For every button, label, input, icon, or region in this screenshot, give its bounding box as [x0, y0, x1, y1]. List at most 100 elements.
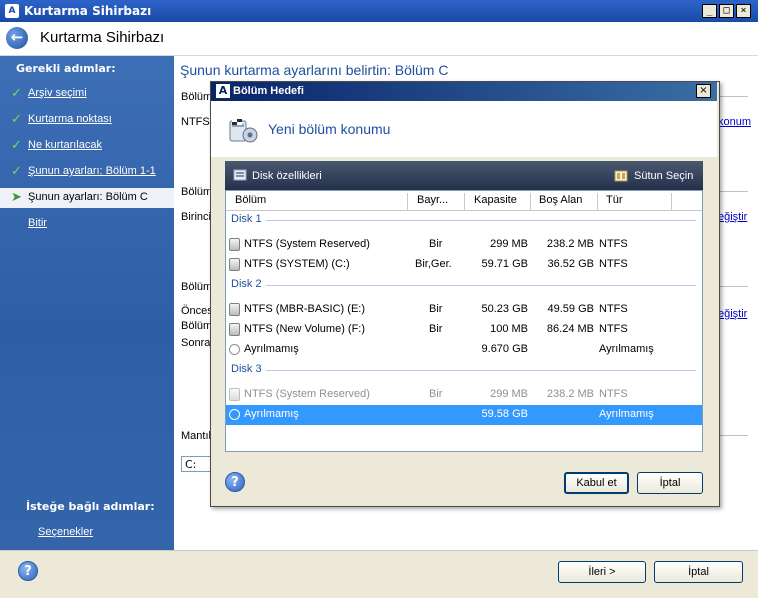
table-row[interactable]: NTFS (New Volume) (F:) Bir 100 MB 86.24 …: [226, 320, 702, 340]
row-capacity: 50.23 GB: [481, 303, 528, 315]
row-partition: NTFS (New Volume) (F:): [244, 323, 366, 335]
row-type: Ayrılmamış: [599, 343, 654, 355]
row-capacity: 9.670 GB: [481, 343, 528, 355]
options-link[interactable]: Seçenekler: [38, 526, 93, 538]
next-button[interactable]: İleri >: [558, 561, 646, 583]
row-flags: Bir: [429, 388, 443, 400]
sidebar-item-label[interactable]: Ne kurtarılacak: [28, 139, 102, 151]
help-icon[interactable]: ?: [18, 561, 38, 581]
content-label: Bölüm: [181, 281, 213, 293]
sidebar-item-archive-selection[interactable]: ✓ Arşiv seçimi: [0, 84, 174, 104]
maximize-button[interactable]: □: [719, 4, 734, 18]
row-free-space: 49.59 GB: [547, 303, 594, 315]
sidebar-item-recovery-point[interactable]: ✓ Kurtarma noktası: [0, 110, 174, 130]
unallocated-icon: [229, 409, 240, 420]
divider: [718, 96, 748, 97]
column-separator[interactable]: [464, 193, 465, 210]
change-link[interactable]: eğiştir: [718, 211, 747, 223]
column-header-free-space[interactable]: Boş Alan: [539, 194, 582, 206]
column-separator[interactable]: [530, 193, 531, 210]
row-capacity: 299 MB: [490, 388, 528, 400]
column-header-partition[interactable]: Bölüm: [235, 194, 266, 206]
group-header-disk-1: Disk 1: [231, 213, 262, 225]
window-title: Kurtarma Sihirbazı: [24, 4, 152, 18]
column-header-flags[interactable]: Bayr...: [417, 194, 448, 206]
close-button[interactable]: ×: [736, 4, 751, 18]
cancel-button[interactable]: İptal: [654, 561, 743, 583]
table-row[interactable]: NTFS (MBR-BASIC) (E:) Bir 50.23 GB 49.59…: [226, 300, 702, 320]
sidebar-item-label[interactable]: Arşiv seçimi: [28, 87, 87, 99]
partition-location-icon: [228, 115, 258, 145]
back-arrow-icon[interactable]: ←: [6, 27, 28, 49]
row-type: NTFS: [599, 388, 628, 400]
table-row[interactable]: NTFS (SYSTEM) (C:) Bir,Ger. 59.71 GB 36.…: [226, 255, 702, 275]
content-label: Bölüm: [181, 320, 213, 332]
disk-icon: [229, 258, 240, 271]
column-separator[interactable]: [597, 193, 598, 210]
column-header-type[interactable]: Tür: [606, 194, 623, 206]
sidebar-item-settings-partition-c[interactable]: ➤ Şunun ayarları: Bölüm C: [0, 188, 174, 208]
row-free-space: 86.24 MB: [546, 323, 594, 335]
choose-columns-button[interactable]: Sütun Seçin: [634, 170, 693, 182]
disk-icon: [229, 323, 240, 336]
row-capacity: 59.58 GB: [481, 408, 528, 420]
change-link[interactable]: eğiştir: [718, 308, 747, 320]
minimize-button[interactable]: _: [702, 4, 717, 18]
disk-properties-button[interactable]: Disk özellikleri: [252, 170, 322, 182]
unallocated-icon: [229, 344, 240, 355]
current-step-arrow-icon: ➤: [11, 190, 22, 205]
content-label: Bölüm: [181, 91, 213, 103]
column-header-capacity[interactable]: Kapasite: [474, 194, 517, 206]
sidebar-item-label[interactable]: Kurtarma noktası: [28, 113, 112, 125]
dialog-cancel-button[interactable]: İptal: [637, 472, 703, 494]
checkmark-icon: ✓: [11, 138, 22, 153]
sidebar-item-settings-partition-1-1[interactable]: ✓ Şunun ayarları: Bölüm 1-1: [0, 162, 174, 182]
sidebar-item-label[interactable]: Şunun ayarları: Bölüm 1-1: [28, 165, 156, 177]
group-header-disk-2: Disk 2: [231, 278, 262, 290]
row-flags: Bir: [429, 303, 443, 315]
sidebar-item-what-to-recover[interactable]: ✓ Ne kurtarılacak: [0, 136, 174, 156]
table-row-selected[interactable]: Ayrılmamış 59.58 GB Ayrılmamış: [226, 405, 702, 425]
checkmark-icon: ✓: [11, 112, 22, 127]
column-separator[interactable]: [407, 193, 408, 210]
divider: [718, 191, 748, 192]
divider: [718, 435, 748, 436]
row-free-space: 238.2 MB: [546, 388, 594, 400]
group-divider: [266, 370, 696, 371]
dialog-banner-title: Yeni bölüm konumu: [268, 121, 391, 137]
optional-steps-heading: İsteğe bağlı adımlar:: [26, 500, 155, 513]
row-capacity: 59.71 GB: [481, 258, 528, 270]
table-row[interactable]: Ayrılmamış 9.670 GB Ayrılmamış: [226, 340, 702, 360]
row-partition: NTFS (System Reserved): [244, 238, 370, 250]
row-flags: Bir: [429, 238, 443, 250]
table-row[interactable]: NTFS (System Reserved) Bir 299 MB 238.2 …: [226, 235, 702, 255]
change-location-link[interactable]: konum: [718, 116, 751, 128]
row-flags: Bir,Ger.: [415, 258, 452, 270]
drive-letter-select[interactable]: C:: [181, 456, 213, 472]
content-label: NTFS: [181, 116, 210, 128]
content-label: Sonra: [181, 337, 211, 349]
divider: [718, 286, 748, 287]
help-icon[interactable]: ?: [225, 472, 245, 492]
row-partition: Ayrılmamış: [244, 343, 299, 355]
disk-icon: [229, 388, 240, 401]
checkmark-icon: ✓: [11, 164, 22, 179]
sidebar-item-label[interactable]: Bitir: [28, 217, 47, 229]
header-divider: [226, 210, 702, 211]
row-type: Ayrılmamış: [599, 408, 654, 420]
columns-icon[interactable]: [614, 168, 628, 182]
ok-button[interactable]: Kabul et: [564, 472, 629, 494]
dialog-close-button[interactable]: ×: [696, 84, 711, 98]
group-header-disk-3: Disk 3: [231, 363, 262, 375]
acronis-icon: A: [216, 84, 230, 98]
sidebar-item-finish[interactable]: Bitir: [0, 214, 174, 234]
wizard-title: Kurtarma Sihirbazı: [40, 29, 165, 46]
page-title: Şunun kurtarma ayarlarını belirtin: Bölü…: [180, 62, 449, 78]
disk-properties-icon[interactable]: [233, 168, 247, 182]
row-type: NTFS: [599, 303, 628, 315]
group-divider: [266, 220, 696, 221]
row-partition: NTFS (MBR-BASIC) (E:): [244, 303, 365, 315]
required-steps-heading: Gerekli adımlar:: [16, 62, 116, 75]
row-partition: NTFS (SYSTEM) (C:): [244, 258, 350, 270]
column-separator[interactable]: [671, 193, 672, 210]
